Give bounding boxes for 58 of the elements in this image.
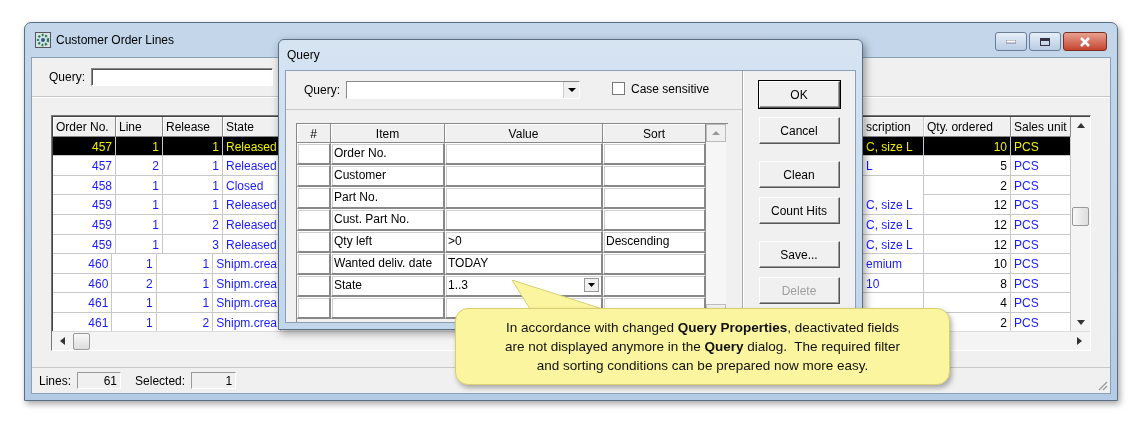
table-cell: 1 — [116, 195, 163, 215]
table-cell: PCS — [1011, 136, 1071, 157]
table-cell: >0 — [445, 231, 603, 253]
table-cell: 2 — [163, 214, 223, 235]
table-cell: 1 — [112, 254, 157, 274]
table-cell: 12 — [923, 234, 1011, 255]
table-cell: 1 — [116, 214, 163, 235]
table-cell: 460 — [53, 254, 113, 274]
table-cell: Customer — [331, 165, 445, 187]
column-header: Item — [331, 124, 445, 143]
table-cell: Part No. — [331, 187, 445, 209]
table-cell: Wanted deliv. date — [331, 253, 445, 275]
table-cell: 459 — [53, 214, 116, 235]
table-cell: 1 — [163, 175, 223, 196]
table-cell: 3 — [163, 234, 223, 255]
table-cell: 457 — [53, 136, 116, 157]
dialog-title: Query — [287, 48, 320, 62]
table-cell: 12 — [923, 214, 1011, 235]
column-header: Sort — [603, 124, 706, 143]
lines-label: Lines: — [39, 373, 72, 388]
table-cell: 1 — [112, 293, 157, 313]
lines-count: 61 — [77, 372, 122, 389]
table-cell: 2 — [116, 156, 163, 176]
table-cell: 1 — [156, 273, 214, 294]
table-cell: 459 — [53, 195, 116, 215]
table-cell: Qty left — [331, 231, 445, 253]
table-cell: 460 — [53, 273, 113, 294]
table-cell: 1 — [116, 175, 163, 196]
table-cell: 459 — [53, 234, 116, 255]
selected-label: Selected: — [135, 373, 186, 388]
table-cell: State — [331, 275, 445, 297]
table-cell: 10 — [923, 136, 1011, 157]
table-cell: 5 — [923, 156, 1011, 176]
table-cell: 12 — [923, 195, 1011, 215]
table-cell: 458 — [53, 175, 116, 196]
table-cell: 457 — [53, 156, 116, 176]
table-cell: 1 — [116, 136, 163, 157]
table-cell: Order No. — [331, 143, 445, 165]
table-cell: 461 — [53, 293, 113, 313]
table-cell: Cust. Part No. — [331, 209, 445, 231]
table-cell: 10 — [923, 254, 1011, 274]
query-label: Query: — [49, 70, 85, 84]
table-cell: 1 — [116, 234, 163, 255]
table-cell: 1 — [156, 254, 214, 274]
query-label: Query: — [304, 83, 340, 97]
table-cell: 2 — [923, 175, 1011, 196]
table-cell: 8 — [923, 273, 1011, 294]
table-cell: Descending — [603, 231, 706, 253]
column-header: # — [297, 124, 331, 143]
table-cell: TODAY — [445, 253, 603, 275]
selected-count: 1 — [191, 372, 237, 389]
window-title: Customer Order Lines — [56, 33, 175, 47]
table-cell: 1 — [163, 156, 223, 176]
table-cell: 2 — [112, 273, 157, 294]
table-cell: 1 — [163, 136, 223, 157]
column-header: Value — [445, 124, 603, 143]
table-cell: 1 — [163, 195, 223, 215]
table-cell: 1 — [156, 293, 214, 313]
